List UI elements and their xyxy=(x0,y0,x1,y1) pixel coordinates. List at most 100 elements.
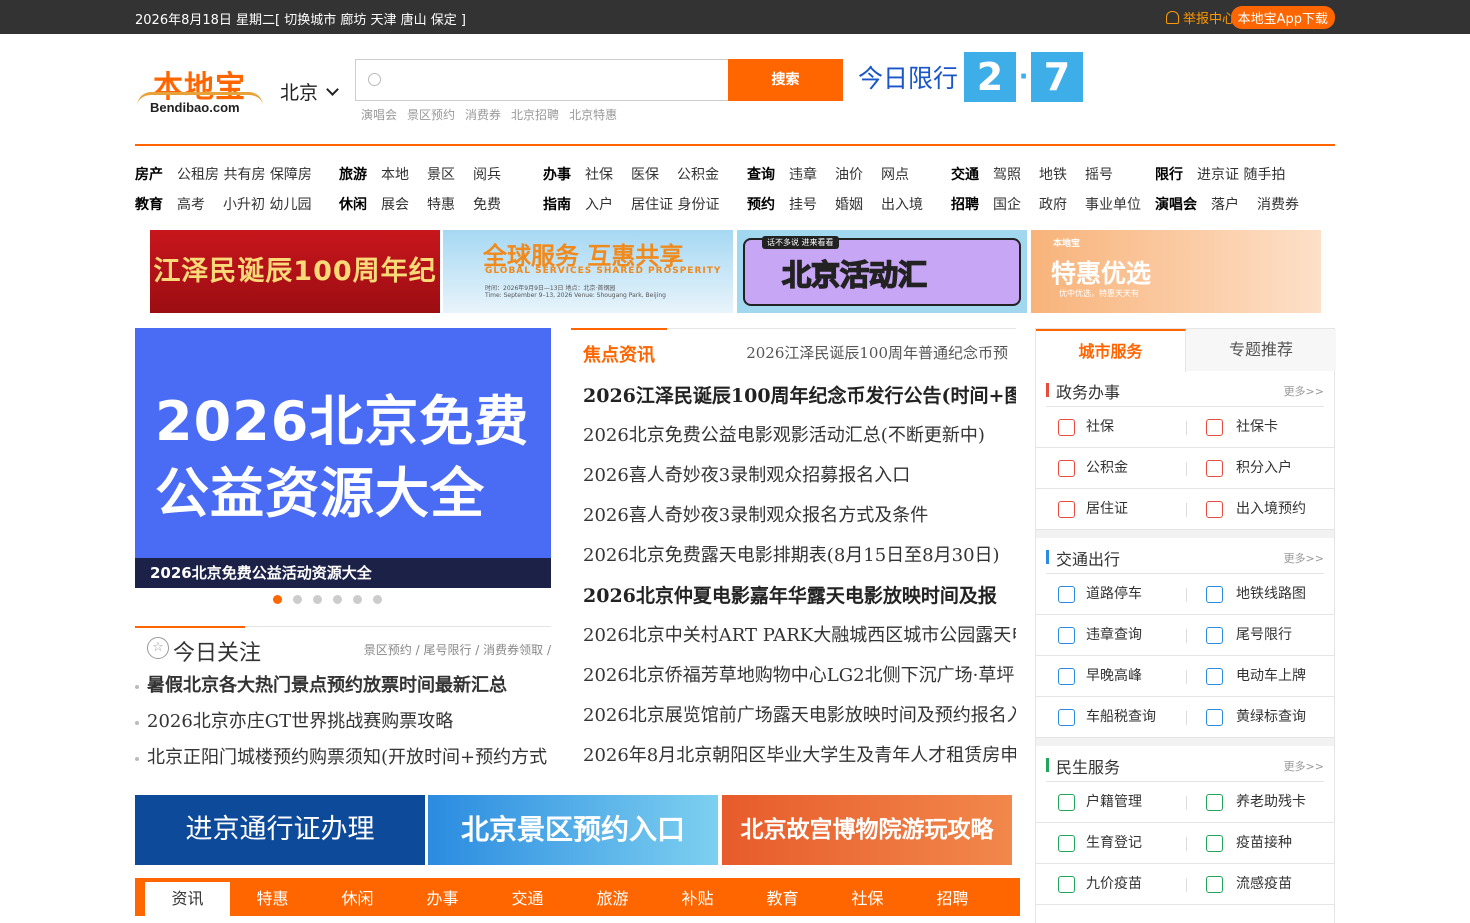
carousel-dot[interactable] xyxy=(313,595,322,604)
news-item[interactable]: 2026北京仲夏电影嘉年华露天电影放映时间及报 xyxy=(571,576,1016,616)
news-item[interactable]: 2026江泽民诞辰100周年纪念币发行公告(时间+图 xyxy=(571,376,1016,416)
channel-tab[interactable]: 补贴 xyxy=(655,882,740,916)
nav-link[interactable]: 特惠 xyxy=(427,197,455,213)
city-selector[interactable]: 北京 xyxy=(280,78,339,105)
nav-link[interactable]: 地铁 xyxy=(1039,167,1067,183)
channel-tab[interactable]: 社保 xyxy=(825,882,910,916)
ad-palace-museum[interactable]: 北京故宫博物院游玩攻略 xyxy=(722,795,1012,865)
hotword-link[interactable]: 北京特惠 xyxy=(569,106,617,123)
nav-link[interactable]: 国企 xyxy=(993,197,1021,213)
service-link[interactable]: 户籍管理 xyxy=(1036,782,1186,823)
app-download-button[interactable]: 本地宝App下载 xyxy=(1230,6,1335,29)
banner-global-services[interactable]: 全球服务 互惠共享 GLOBAL SERVICES SHARED PROSPER… xyxy=(443,230,733,313)
nav-heading[interactable]: 预约 xyxy=(747,197,775,213)
nav-heading[interactable]: 限行 xyxy=(1155,167,1183,183)
nav-link[interactable]: 公租房 共有房 保障房 xyxy=(177,167,312,183)
carousel-dot[interactable] xyxy=(373,595,382,604)
nav-link[interactable]: 社保 xyxy=(585,167,613,183)
service-link[interactable]: 生育登记 xyxy=(1036,823,1186,864)
nav-link[interactable]: 医保 xyxy=(631,167,659,183)
nav-heading[interactable]: 演唱会 xyxy=(1155,197,1197,213)
news-item[interactable]: 2026北京侨福芳草地购物中心LG2北侧下沉广场·草坪 xyxy=(571,656,1016,696)
ad-scenic-reservation[interactable]: 北京景区预约入口 xyxy=(428,795,718,865)
service-link[interactable]: 公积金 xyxy=(1036,448,1186,489)
channel-tab[interactable]: 交通 xyxy=(485,882,570,916)
banner-commemorative-coin[interactable]: 江泽民诞辰100周年纪念币 xyxy=(150,230,440,313)
nav-link[interactable]: 驾照 xyxy=(993,167,1021,183)
list-item[interactable]: 暑假北京各大热门景点预约放票时间最新汇总 xyxy=(135,668,551,704)
nav-link[interactable]: 本地 xyxy=(381,167,409,183)
nav-heading[interactable]: 办事 xyxy=(543,167,571,183)
nav-link[interactable]: 高考 xyxy=(177,197,205,213)
nav-link[interactable]: 摇号 xyxy=(1085,167,1113,183)
channel-tab[interactable]: 招聘 xyxy=(910,882,995,916)
news-item[interactable]: 2026年8月北京朝阳区毕业大学生及青年人才租赁房申 xyxy=(571,736,1016,776)
nav-heading[interactable]: 交通 xyxy=(951,167,979,183)
carousel-dot[interactable] xyxy=(293,595,302,604)
service-link[interactable]: 居住证 xyxy=(1036,489,1186,530)
channel-tab[interactable]: 办事 xyxy=(400,882,485,916)
news-item[interactable]: 2026喜人奇妙夜3录制观众招募报名入口 xyxy=(571,456,1016,496)
nav-link[interactable]: 阅兵 xyxy=(473,167,501,183)
service-link[interactable]: 地铁线路图 xyxy=(1186,574,1336,615)
service-link[interactable]: 九价疫苗 xyxy=(1036,864,1186,905)
tab-city-services[interactable]: 城市服务 xyxy=(1036,329,1186,372)
nav-link[interactable]: 出入境 xyxy=(881,197,923,213)
nav-heading[interactable]: 休闲 xyxy=(339,197,367,213)
nav-link[interactable]: 网点 xyxy=(881,167,909,183)
channel-tab[interactable]: 休闲 xyxy=(315,882,400,916)
carousel-dot[interactable] xyxy=(333,595,342,604)
traffic-limit[interactable]: 今日限行 2 · 7 xyxy=(858,52,1084,102)
hotword-link[interactable]: 北京招聘 xyxy=(511,106,559,123)
service-link[interactable]: 电动车上牌 xyxy=(1186,656,1336,697)
nav-link[interactable]: 景区 xyxy=(427,167,455,183)
nav-link[interactable]: 违章 xyxy=(789,167,817,183)
service-link[interactable]: 道路停车 xyxy=(1036,574,1186,615)
nav-heading[interactable]: 旅游 xyxy=(339,167,367,183)
channel-tab[interactable]: 旅游 xyxy=(570,882,655,916)
more-link[interactable]: 更多>> xyxy=(1284,383,1324,399)
news-item[interactable]: 2026喜人奇妙夜3录制观众报名方式及条件 xyxy=(571,496,1016,536)
service-link[interactable]: 早晚高峰 xyxy=(1036,656,1186,697)
site-logo[interactable]: 本地宝 Bendibao.com xyxy=(135,62,265,117)
service-link[interactable]: 违章查询 xyxy=(1036,615,1186,656)
nav-link[interactable]: 落户 xyxy=(1211,197,1239,213)
nav-link[interactable]: 婚姻 xyxy=(835,197,863,213)
channel-tab[interactable]: 特惠 xyxy=(230,882,315,916)
service-link[interactable]: 养老助残卡 xyxy=(1186,782,1336,823)
service-link[interactable]: 疫苗接种 xyxy=(1186,823,1336,864)
hotword-link[interactable]: 景区预约 xyxy=(407,106,455,123)
service-link[interactable]: 尾号限行 xyxy=(1186,615,1336,656)
service-link[interactable]: 社保卡 xyxy=(1186,407,1336,448)
news-item[interactable]: 2026北京展览馆前广场露天电影放映时间及预约报名入 xyxy=(571,696,1016,736)
service-link[interactable]: 流感疫苗 xyxy=(1186,864,1336,905)
report-center-link[interactable]: 举报中心 xyxy=(1165,8,1235,27)
nav-link[interactable]: 免费 xyxy=(473,197,501,213)
service-link[interactable]: 黄绿标查询 xyxy=(1186,697,1336,738)
nav-heading[interactable]: 房产 xyxy=(135,167,163,183)
list-item[interactable]: 2026北京亦庄GT世界挑战赛购票攻略 xyxy=(135,704,551,740)
nav-link[interactable]: 消费券 xyxy=(1257,197,1299,213)
channel-tab[interactable]: 资讯 xyxy=(145,882,230,916)
nav-heading[interactable]: 招聘 xyxy=(951,197,979,213)
more-link[interactable]: 更多>> xyxy=(1284,550,1324,566)
nav-link[interactable]: 进京证 随手拍 xyxy=(1197,167,1285,183)
more-link[interactable]: 更多>> xyxy=(1284,758,1324,774)
hotword-link[interactable]: 演唱会 xyxy=(361,106,397,123)
banner-activities[interactable]: 话不多说 进来看看 北京活动汇 xyxy=(737,230,1027,313)
date-city-switch[interactable]: 2026年8月18日 星期二[ 切换城市 廊坊 天津 唐山 保定 ] xyxy=(135,9,466,28)
carousel-dot[interactable] xyxy=(353,595,362,604)
service-link[interactable]: 积分入户 xyxy=(1186,448,1336,489)
service-link[interactable]: 车船税查询 xyxy=(1036,697,1186,738)
nav-heading[interactable]: 查询 xyxy=(747,167,775,183)
nav-heading[interactable]: 教育 xyxy=(135,197,163,213)
focus-scroll-news[interactable]: 2026江泽民诞辰100周年普通纪念币预 xyxy=(746,342,1008,363)
nav-link[interactable]: 政府 xyxy=(1039,197,1067,213)
carousel-slide[interactable]: 2026北京免费 公益资源大全 2026北京免费公益活动资源大全 xyxy=(135,328,551,588)
nav-link[interactable]: 展会 xyxy=(381,197,409,213)
nav-link[interactable]: 事业单位 xyxy=(1085,197,1141,213)
news-item[interactable]: 2026北京免费露天电影排期表(8月15日至8月30日) xyxy=(571,536,1016,576)
search-button[interactable]: 搜索 xyxy=(728,59,843,101)
nav-link[interactable]: 公积金 xyxy=(677,167,719,183)
slide-caption[interactable]: 2026北京免费公益活动资源大全 xyxy=(135,558,551,588)
